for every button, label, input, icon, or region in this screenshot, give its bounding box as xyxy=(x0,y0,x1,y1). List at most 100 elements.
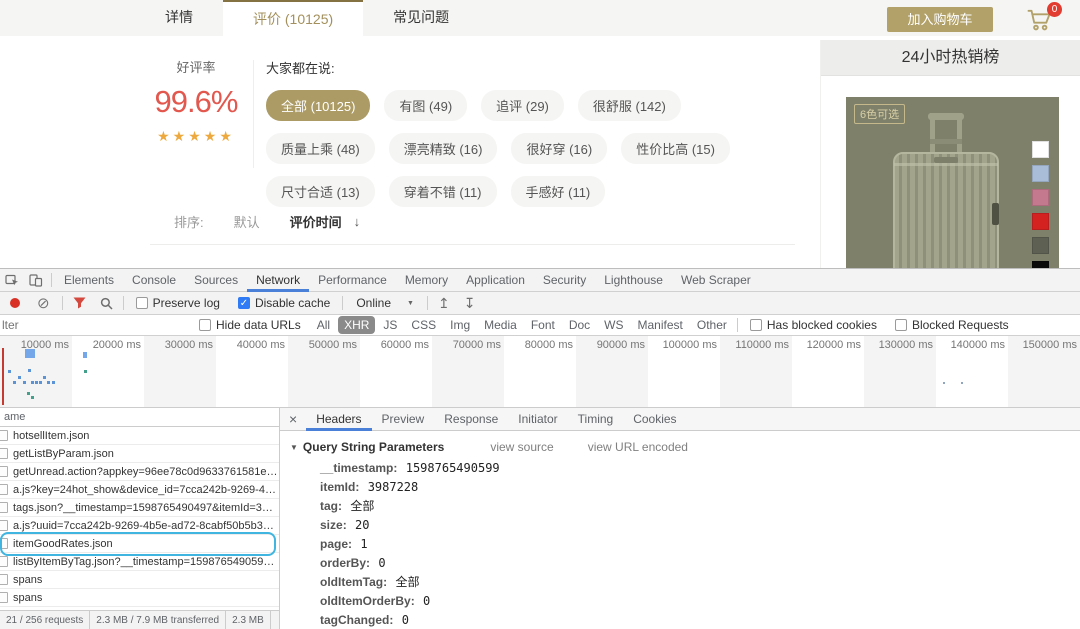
status-segment: 2.3 MB / 7.9 MB transferred xyxy=(90,611,226,629)
devtools-panel: ElementsConsoleSourcesNetworkPerformance… xyxy=(0,268,1080,629)
hot-sales-title: 24小时热销榜 xyxy=(821,40,1080,76)
param-value: 1 xyxy=(360,537,367,551)
view-source-link[interactable]: view source xyxy=(490,440,553,454)
cart-button[interactable]: 0 xyxy=(1024,5,1058,35)
detail-tabbar: × HeadersPreviewResponseInitiatorTimingC… xyxy=(280,408,1080,431)
clear-icon[interactable]: ⊘ xyxy=(37,296,50,311)
request-row[interactable]: spans xyxy=(0,571,279,589)
sort-option[interactable]: 评价时间 xyxy=(290,212,342,231)
request-doc-icon xyxy=(0,502,8,513)
detail-tab[interactable]: Cookies xyxy=(623,408,686,431)
review-tag-pill[interactable]: 手感好 (11) xyxy=(511,176,606,207)
search-icon[interactable] xyxy=(100,297,113,310)
color-swatch xyxy=(1032,213,1049,230)
export-har-icon[interactable]: ↧ xyxy=(464,296,476,310)
review-tag-pill[interactable]: 质量上乘 (48) xyxy=(266,133,375,164)
section-title[interactable]: Query String Parameters xyxy=(303,440,444,454)
request-type-filter[interactable]: WS xyxy=(598,316,629,334)
param-name: tag xyxy=(320,499,342,513)
inspect-element-icon[interactable] xyxy=(0,269,24,291)
request-type-filter[interactable]: Other xyxy=(691,316,733,334)
separator xyxy=(62,296,63,310)
request-type-filter[interactable]: JS xyxy=(377,316,403,334)
has-blocked-cookies-checkbox[interactable]: Has blocked cookies xyxy=(750,318,877,332)
detail-tab[interactable]: Headers xyxy=(306,408,371,431)
request-type-filter[interactable]: Manifest xyxy=(632,316,689,334)
filter-input[interactable] xyxy=(0,318,190,332)
view-url-encoded-link[interactable]: view URL encoded xyxy=(588,440,688,454)
query-param: oldItemOrderBy 0 xyxy=(320,592,1080,611)
product-tab[interactable]: 常见问题 xyxy=(363,0,479,36)
request-type-filter[interactable]: Media xyxy=(478,316,523,334)
devtools-tab[interactable]: Memory xyxy=(396,269,457,292)
request-row[interactable]: hotsellItem.json xyxy=(0,427,279,445)
close-icon[interactable]: × xyxy=(280,411,306,427)
request-row[interactable]: tags.json?__timestamp=1598765490497&item… xyxy=(0,499,279,517)
disclosure-triangle-icon[interactable]: ▼ xyxy=(290,443,298,452)
request-name: spans xyxy=(13,589,42,607)
blocked-requests-checkbox[interactable]: Blocked Requests xyxy=(895,318,1009,332)
sort-option[interactable]: 默认 xyxy=(234,212,260,231)
request-row[interactable]: listByItemByTag.json?__timestamp=1598765… xyxy=(0,553,279,571)
request-row[interactable]: a.js?uuid=7cca242b-9269-4b5e-ad72-8cabf5… xyxy=(0,517,279,535)
devtools-tab[interactable]: Application xyxy=(457,269,534,292)
product-image[interactable]: 6色可选 xyxy=(846,97,1059,268)
request-row[interactable]: a.js?key=24hot_show&device_id=7cca242b-9… xyxy=(0,481,279,499)
devtools-tab[interactable]: Sources xyxy=(185,269,247,292)
review-tag-pill[interactable]: 有图 (49) xyxy=(384,90,467,121)
name-column-header[interactable]: ame xyxy=(0,408,279,427)
cart-badge: 0 xyxy=(1047,2,1062,17)
add-to-cart-button[interactable]: 加入购物车 xyxy=(887,7,993,32)
record-icon[interactable] xyxy=(10,298,20,308)
throttling-dropdown[interactable]: Online ▼ xyxy=(356,296,414,310)
hot-sales-panel[interactable]: 24小时热销榜 6色可选 xyxy=(820,40,1080,268)
request-type-filter[interactable]: Font xyxy=(525,316,561,334)
request-type-filter[interactable]: Img xyxy=(444,316,476,334)
devtools-tab[interactable]: Elements xyxy=(55,269,123,292)
hide-data-urls-checkbox[interactable]: Hide data URLs xyxy=(199,318,301,332)
import-har-icon[interactable]: ↥ xyxy=(438,296,450,310)
detail-tab[interactable]: Timing xyxy=(568,408,624,431)
request-type-filter[interactable]: All xyxy=(311,316,336,334)
request-row[interactable]: getUnread.action?appkey=96ee78c0d9633761… xyxy=(0,463,279,481)
param-value: 0 xyxy=(378,556,385,570)
request-type-filter[interactable]: Doc xyxy=(563,316,596,334)
network-overview-timeline[interactable]: 10000 ms20000 ms30000 ms40000 ms50000 ms… xyxy=(0,336,1080,408)
preserve-log-label: Preserve log xyxy=(153,296,220,310)
review-tag-pill[interactable]: 漂亮精致 (16) xyxy=(389,133,498,164)
param-name: oldItemTag xyxy=(320,575,387,589)
device-toolbar-icon[interactable] xyxy=(24,269,48,291)
sort-direction-arrow-icon[interactable]: ↓ xyxy=(354,214,361,229)
request-row[interactable]: spans xyxy=(0,589,279,607)
request-doc-icon xyxy=(0,466,8,477)
request-row[interactable]: getListByParam.json xyxy=(0,445,279,463)
product-tab[interactable]: 详情 xyxy=(135,0,223,36)
request-row[interactable]: itemGoodRates.json xyxy=(0,535,279,553)
review-tag-pill[interactable]: 很好穿 (16) xyxy=(511,133,607,164)
rating-stars: ★★★★★ xyxy=(148,128,244,145)
checkbox-unchecked-icon xyxy=(199,319,211,331)
devtools-tab[interactable]: Network xyxy=(247,269,309,292)
devtools-tab[interactable]: Security xyxy=(534,269,595,292)
review-tag-pill[interactable]: 很舒服 (142) xyxy=(578,90,681,121)
request-type-filter[interactable]: XHR xyxy=(338,316,375,334)
disable-cache-checkbox[interactable]: ✓ Disable cache xyxy=(238,296,330,310)
detail-tab[interactable]: Preview xyxy=(372,408,435,431)
detail-tab[interactable]: Initiator xyxy=(508,408,567,431)
review-tag-pill[interactable]: 穿着不错 (11) xyxy=(389,176,497,207)
checkbox-unchecked-icon xyxy=(750,319,762,331)
product-tab[interactable]: 评价 (10125) xyxy=(223,0,363,36)
filter-icon[interactable] xyxy=(73,297,86,309)
devtools-tab[interactable]: Lighthouse xyxy=(595,269,672,292)
request-type-filter[interactable]: CSS xyxy=(405,316,442,334)
review-tag-pill[interactable]: 全部 (10125) xyxy=(266,90,370,121)
tag-pill-list: 全部 (10125) 有图 (49) 追评 (29) 很舒服 (142) 质量上乘 (4… xyxy=(266,90,796,207)
review-tag-pill[interactable]: 尺寸合适 (13) xyxy=(266,176,375,207)
review-tag-pill[interactable]: 追评 (29) xyxy=(481,90,564,121)
review-tag-pill[interactable]: 性价比高 (15) xyxy=(621,133,730,164)
devtools-tab[interactable]: Console xyxy=(123,269,185,292)
detail-tab[interactable]: Response xyxy=(434,408,508,431)
preserve-log-checkbox[interactable]: Preserve log xyxy=(136,296,220,310)
devtools-tab[interactable]: Web Scraper xyxy=(672,269,760,292)
devtools-tab[interactable]: Performance xyxy=(309,269,396,292)
